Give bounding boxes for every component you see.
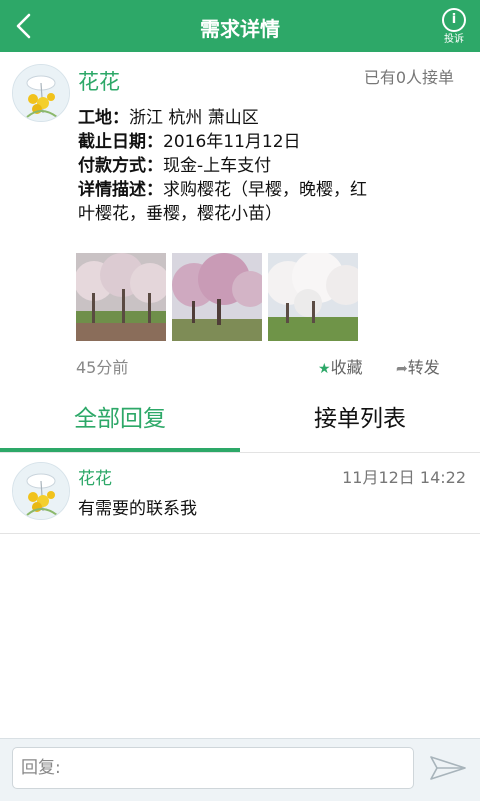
complain-label: 投诉	[444, 34, 464, 45]
reply-time: 11月12日 14:22	[342, 468, 466, 487]
info-label: 详情描述：	[78, 180, 163, 200]
share-arrow-icon: ➦	[396, 361, 408, 377]
reply-avatar[interactable]	[12, 462, 70, 520]
info-value: 2016年11月12日	[163, 132, 301, 152]
divider	[0, 533, 480, 534]
info-value: 现金-上车支付	[163, 156, 272, 176]
info-icon: i	[442, 8, 466, 32]
send-icon[interactable]	[428, 753, 468, 783]
info-value: 浙江 杭州 萧山区	[129, 108, 259, 128]
photo-thumbnail[interactable]	[172, 253, 262, 341]
avatar-image	[13, 65, 69, 121]
divider	[0, 452, 480, 453]
tab-bar: 全部回复 接单列表	[0, 396, 480, 452]
complain-button[interactable]: i 投诉	[438, 8, 470, 47]
accept-count: 已有0人接单	[363, 68, 454, 87]
photo-thumbnail[interactable]	[268, 253, 358, 341]
favorite-button[interactable]: ★收藏	[318, 354, 363, 378]
photo-thumbnail[interactable]	[76, 253, 166, 341]
reply-user-name[interactable]: 花花	[78, 464, 112, 489]
post-time: 45分前	[76, 358, 129, 377]
reply-text: 有需要的联系我	[78, 499, 197, 519]
avatar[interactable]	[12, 64, 70, 122]
share-label: 转发	[407, 358, 440, 377]
post-info: 工地：浙江 杭州 萧山区 截止日期：2016年11月12日 付款方式：现金-上车…	[78, 106, 378, 226]
info-label: 截止日期：	[78, 132, 163, 152]
favorite-label: 收藏	[330, 358, 363, 377]
reply-bar	[0, 738, 480, 801]
info-row-description: 详情描述：求购樱花（早樱，晚樱，红叶樱花，垂樱，樱花小苗）	[78, 178, 378, 226]
header-bar: 需求详情 i 投诉	[0, 0, 480, 52]
avatar-image	[13, 463, 69, 519]
page-title: 需求详情	[200, 17, 280, 41]
info-label: 工地：	[78, 108, 129, 128]
info-row-payment: 付款方式：现金-上车支付	[78, 154, 378, 178]
tab-all-replies[interactable]: 全部回复	[0, 396, 240, 452]
info-row-site: 工地：浙江 杭州 萧山区	[78, 106, 378, 130]
post-user-name[interactable]: 花花	[78, 66, 120, 96]
share-button[interactable]: ➦转发	[396, 354, 440, 378]
star-icon: ★	[318, 361, 331, 377]
info-label: 付款方式：	[78, 156, 163, 176]
reply-input[interactable]	[12, 747, 414, 789]
info-row-deadline: 截止日期：2016年11月12日	[78, 130, 378, 154]
tab-order-list[interactable]: 接单列表	[240, 396, 480, 448]
